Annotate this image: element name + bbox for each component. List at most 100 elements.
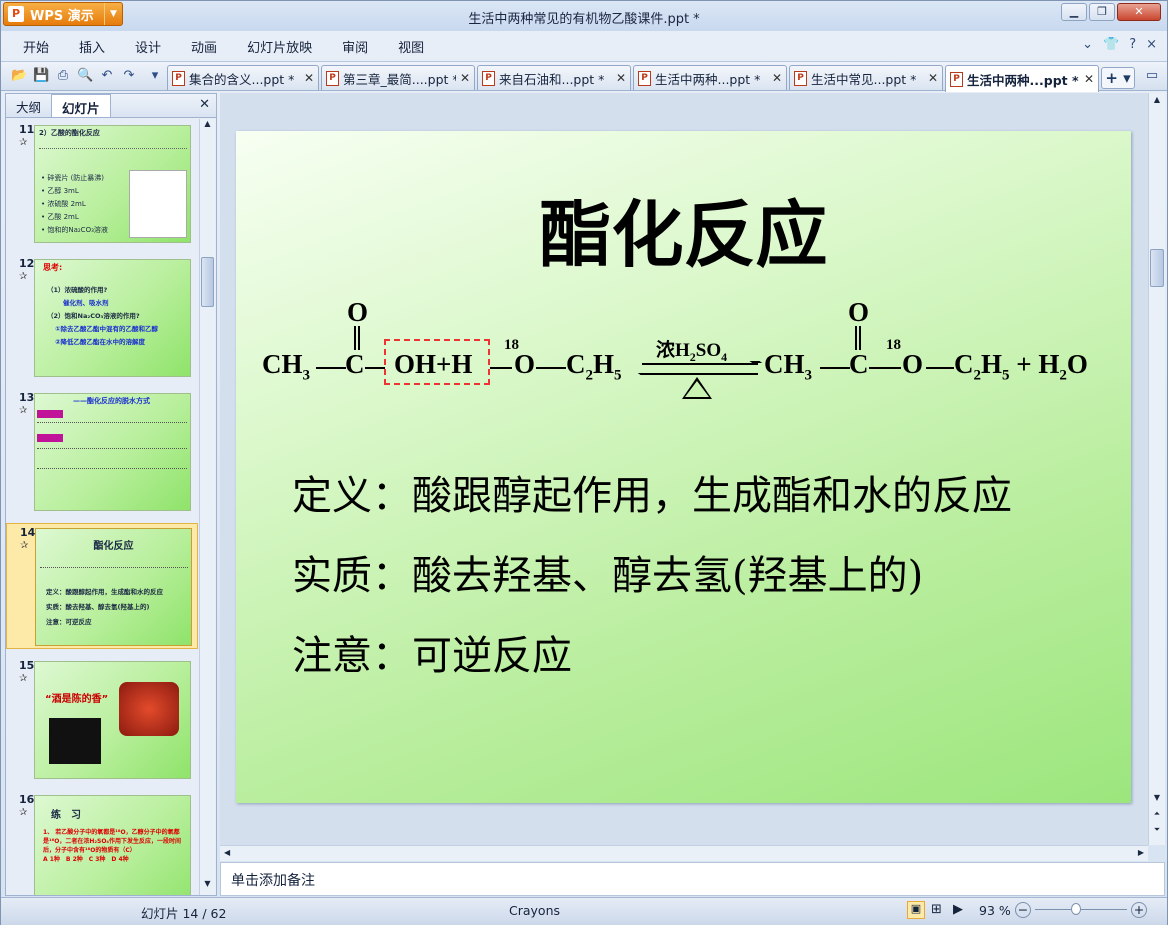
definition-text[interactable]: 定义：酸跟醇起作用，生成酯和水的反应 bbox=[292, 463, 1012, 521]
tab-close-icon[interactable]: ✕ bbox=[772, 71, 782, 85]
wine-bottle-image bbox=[49, 718, 101, 764]
zoom-out-button[interactable]: − bbox=[1015, 902, 1031, 918]
previous-slide-icon[interactable]: ⏶ bbox=[1150, 809, 1164, 819]
thumbnail-row[interactable]: 15 ✰ “酒是陈的香” bbox=[6, 657, 198, 781]
doc-tab[interactable]: P 生活中两种...ppt * ✕ bbox=[633, 65, 787, 90]
apparatus-image bbox=[129, 170, 187, 238]
theme-name: Crayons bbox=[509, 903, 561, 918]
window-close-small-icon[interactable]: × bbox=[1146, 37, 1157, 52]
doc-tab[interactable]: P 生活中常见...ppt * ✕ bbox=[789, 65, 943, 90]
thumb-title: 练 习 bbox=[51, 810, 81, 821]
animation-star-icon: ✰ bbox=[19, 673, 28, 684]
slide-horizontal-scrollbar[interactable]: ◀ ▶ bbox=[220, 845, 1148, 861]
thumb-line: • 乙醇 3mL bbox=[41, 187, 79, 195]
slide-counter: 幻灯片 14 / 62 bbox=[141, 906, 227, 921]
print-icon[interactable]: ⎙ bbox=[55, 68, 71, 84]
save-icon[interactable]: 💾 bbox=[33, 68, 49, 84]
tab-close-icon[interactable]: ✕ bbox=[304, 71, 314, 85]
help-icon[interactable]: ? bbox=[1129, 37, 1136, 52]
close-button[interactable]: ✕ bbox=[1117, 3, 1161, 21]
current-slide[interactable]: 酯化反应 CH3 C O OH+H 18 O C2H5 浓H2SO4 CH3 C… bbox=[236, 131, 1131, 803]
slide-thumbnails: 11 ✰ 2）乙酸的酯化反应 • 碎瓷片 (防止暴沸) • 乙醇 3mL • 浓… bbox=[6, 119, 198, 895]
scroll-left-icon[interactable]: ◀ bbox=[224, 848, 230, 857]
scroll-down-icon[interactable]: ▼ bbox=[201, 879, 214, 895]
minimize-button[interactable]: ▁ bbox=[1061, 3, 1087, 21]
collapse-ribbon-icon[interactable]: ⌄ bbox=[1082, 37, 1093, 52]
doc-tab[interactable]: P 第三章_最简....ppt * ✕ bbox=[321, 65, 475, 90]
tab-close-icon[interactable]: ✕ bbox=[1084, 72, 1094, 86]
panel-scrollbar[interactable]: ▲ ▼ bbox=[199, 119, 215, 895]
slide-vertical-scrollbar[interactable]: ▲ ▼ ⏶ ⏷ bbox=[1148, 93, 1165, 845]
normal-view-icon[interactable]: ▣ bbox=[907, 901, 925, 919]
thumb-line: • 碎瓷片 (防止暴沸) bbox=[41, 174, 105, 182]
slide-number: 16 bbox=[19, 793, 35, 806]
slide-title[interactable]: 酯化反应 bbox=[236, 176, 1131, 281]
zoom-slider-thumb[interactable] bbox=[1071, 903, 1081, 915]
slide-thumbnail[interactable]: ——酯化反应的脱水方式 bbox=[34, 393, 191, 511]
slide-thumbnail[interactable]: 练 习 1、 若乙酸分子中的氧都是¹⁸O，乙醇分子中的氧都是¹⁶O，二者在浓H₂… bbox=[34, 795, 191, 895]
tab-close-icon[interactable]: ✕ bbox=[460, 71, 470, 85]
maximize-button[interactable]: ❐ bbox=[1089, 3, 1115, 21]
scroll-thumb[interactable] bbox=[1150, 249, 1164, 287]
thumbnail-row[interactable]: 11 ✰ 2）乙酸的酯化反应 • 碎瓷片 (防止暴沸) • 乙醇 3mL • 浓… bbox=[6, 121, 198, 245]
toolbar-dropdown-icon[interactable]: ▾ bbox=[147, 68, 163, 84]
doc-tab-label: 生活中两种...ppt * bbox=[655, 71, 761, 87]
slide-thumbnail[interactable]: 思考: （1）浓硫酸的作用? 催化剂、吸水剂 （2）饱和Na₂CO₃溶液的作用?… bbox=[34, 259, 191, 377]
essence-text[interactable]: 实质：酸去羟基、醇去氢(羟基上的) bbox=[292, 543, 923, 601]
slide-thumbnail[interactable]: “酒是陈的香” bbox=[34, 661, 191, 779]
redo-icon[interactable]: ↷ bbox=[121, 68, 137, 84]
doc-tab-label: 集合的含义...ppt * bbox=[189, 71, 295, 87]
animation-star-icon: ✰ bbox=[19, 271, 28, 282]
slide-thumbnail[interactable]: 酯化反应 定义：酸跟醇起作用，生成酯和水的反应 实质：酸去羟基、醇去氢(羟基上的… bbox=[35, 528, 192, 646]
thumbnail-row[interactable]: 13 ✰ ——酯化反应的脱水方式 bbox=[6, 389, 198, 513]
animation-star-icon: ✰ bbox=[19, 405, 28, 416]
tab-outline[interactable]: 大纲 bbox=[6, 94, 51, 117]
doc-tab-label: 生活中两种...ppt * bbox=[967, 72, 1079, 88]
product-ethyl-water: C2H5 + H2O bbox=[954, 349, 1088, 384]
tab-slides[interactable]: 幻灯片 bbox=[51, 94, 111, 117]
thumbnail-row-selected[interactable]: 14 ✰ 酯化反应 定义：酸跟醇起作用，生成酯和水的反应 实质：酸去羟基、醇去氢… bbox=[6, 523, 198, 649]
scroll-up-icon[interactable]: ▲ bbox=[201, 119, 214, 135]
slide-thumbnail[interactable]: 2）乙酸的酯化反应 • 碎瓷片 (防止暴沸) • 乙醇 3mL • 浓硫酸 2m… bbox=[34, 125, 191, 243]
doc-tab[interactable]: P 集合的含义...ppt * ✕ bbox=[167, 65, 319, 90]
note-text[interactable]: 注意：可逆反应 bbox=[292, 623, 572, 681]
tab-close-icon[interactable]: ✕ bbox=[928, 71, 938, 85]
zoom-in-button[interactable]: + bbox=[1131, 902, 1147, 918]
ppt-file-icon: P bbox=[950, 71, 963, 87]
thumbnail-row[interactable]: 16 ✰ 练 习 1、 若乙酸分子中的氧都是¹⁸O，乙醇分子中的氧都是¹⁶O，二… bbox=[6, 791, 198, 895]
doc-tab-active[interactable]: P 生活中两种...ppt * ✕ bbox=[945, 65, 1099, 92]
undo-icon[interactable]: ↶ bbox=[99, 68, 115, 84]
slide-number: 14 bbox=[20, 526, 36, 539]
next-slide-icon[interactable]: ⏷ bbox=[1150, 825, 1164, 835]
scroll-down-icon[interactable]: ▼ bbox=[1150, 793, 1164, 802]
menu-insert[interactable]: 插入 bbox=[57, 37, 105, 56]
menu-view[interactable]: 视图 bbox=[376, 37, 424, 56]
slide-sorter-icon[interactable]: ⊞ bbox=[931, 902, 942, 917]
tab-list-icon[interactable]: ▭ bbox=[1144, 68, 1160, 84]
thumbnail-row[interactable]: 12 ✰ 思考: （1）浓硫酸的作用? 催化剂、吸水剂 （2）饱和Na₂CO₃溶… bbox=[6, 255, 198, 379]
menu-design[interactable]: 设计 bbox=[113, 37, 161, 56]
alcohol-oxygen: 18 O bbox=[504, 337, 536, 379]
zoom-slider-track[interactable] bbox=[1035, 909, 1127, 910]
doc-tab-label: 生活中常见...ppt * bbox=[811, 71, 917, 87]
open-icon[interactable]: 📂 bbox=[11, 68, 27, 84]
menu-animation[interactable]: 动画 bbox=[169, 37, 217, 56]
scroll-thumb[interactable] bbox=[201, 257, 214, 307]
doc-tab[interactable]: P 来自石油和...ppt * ✕ bbox=[477, 65, 631, 90]
slideshow-icon[interactable]: ▶ bbox=[953, 902, 963, 917]
print-preview-icon[interactable]: 🔍 bbox=[77, 68, 93, 84]
scroll-up-icon[interactable]: ▲ bbox=[1150, 95, 1164, 104]
tab-close-icon[interactable]: ✕ bbox=[616, 71, 626, 85]
menu-review[interactable]: 审阅 bbox=[320, 37, 368, 56]
panel-close-icon[interactable]: ✕ bbox=[193, 94, 216, 117]
scroll-right-icon[interactable]: ▶ bbox=[1138, 848, 1144, 857]
menu-slideshow[interactable]: 幻灯片放映 bbox=[225, 37, 312, 56]
thumb-line: • 饱和的Na₂CO₃溶液 bbox=[41, 226, 108, 234]
menu-bar: 开始 插入 设计 动画 幻灯片放映 审阅 视图 ⌄ 👕 ? × bbox=[1, 31, 1167, 61]
skin-icon[interactable]: 👕 bbox=[1103, 37, 1119, 52]
notes-pane[interactable]: 单击添加备注 bbox=[220, 862, 1165, 896]
menu-start[interactable]: 开始 bbox=[1, 37, 49, 56]
new-tab-button[interactable]: + ▾ bbox=[1101, 67, 1135, 89]
thumb-line: 定义：酸跟醇起作用，生成酯和水的反应 bbox=[46, 588, 163, 596]
animation-star-icon: ✰ bbox=[19, 137, 28, 148]
